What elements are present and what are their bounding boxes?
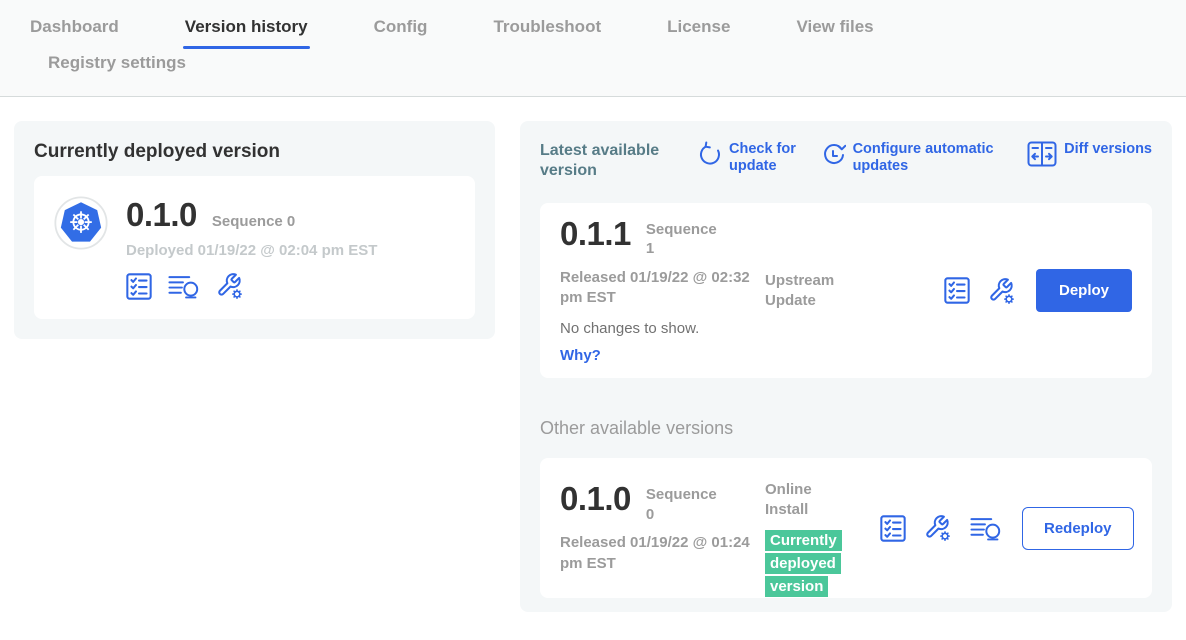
other-available-versions-heading: Other available versions	[540, 418, 1152, 439]
currently-deployed-title: Currently deployed version	[34, 141, 475, 163]
check-for-update-link[interactable]: Check for update	[698, 141, 809, 176]
latest-available-header: Latest available version Check for updat…	[540, 141, 1152, 181]
tab-troubleshoot[interactable]: Troubleshoot	[493, 17, 601, 49]
latest-version-card: 0.1.1 Sequence 1 Released 01/19/22 @ 02:…	[540, 203, 1152, 378]
currently-deployed-panel: Currently deployed version 0.1.0 Sequenc…	[14, 121, 495, 339]
other-sequence-label: Sequence 0	[646, 482, 718, 524]
deployed-version-number: 0.1.0	[126, 198, 197, 231]
nav-row-2: Registry settings	[0, 49, 1186, 73]
auto-update-clock-icon	[822, 141, 846, 169]
other-released-timestamp: Released 01/19/22 @ 01:24 pm EST	[560, 533, 755, 574]
header-actions: Check for update Configure automatic upd…	[680, 141, 1152, 176]
latest-released-timestamp: Released 01/19/22 @ 02:32 pm EST	[560, 268, 755, 309]
version-history-page: Dashboard Version history Config Trouble…	[0, 0, 1186, 640]
deployed-version-body: 0.1.0 Sequence 0 Deployed 01/19/22 @ 02:…	[126, 196, 377, 300]
other-source-column: Online Install Currently deployed versio…	[765, 474, 880, 599]
check-for-update-label: Check for update	[729, 141, 809, 176]
preflight-checks-icon[interactable]	[880, 515, 906, 542]
tab-license[interactable]: License	[667, 17, 730, 49]
top-navigation: Dashboard Version history Config Trouble…	[0, 0, 1186, 97]
currently-deployed-badge: Currently deployed version	[765, 530, 842, 597]
tab-view-files[interactable]: View files	[796, 17, 873, 49]
other-version-number: 0.1.0	[560, 482, 631, 515]
other-version-card: 0.1.0 Sequence 0 Released 01/19/22 @ 01:…	[540, 458, 1152, 598]
latest-available-title: Latest available version	[540, 141, 680, 181]
edit-config-icon[interactable]	[988, 277, 1016, 305]
diff-versions-label: Diff versions	[1064, 141, 1152, 158]
diff-icon	[1027, 141, 1057, 167]
deployed-timestamp: Deployed 01/19/22 @ 02:04 pm EST	[126, 242, 377, 259]
tab-registry-settings[interactable]: Registry settings	[48, 53, 1186, 73]
configure-automatic-updates-label: Configure automatic updates	[853, 141, 1015, 176]
edit-config-icon[interactable]	[924, 514, 952, 542]
preflight-checks-icon[interactable]	[126, 273, 152, 300]
diff-versions-link[interactable]: Diff versions	[1027, 141, 1152, 176]
refresh-icon	[698, 141, 722, 167]
tab-config[interactable]: Config	[374, 17, 428, 49]
kubernetes-logo-icon	[54, 196, 108, 250]
currently-deployed-badge-wrap: Currently deployed version	[765, 529, 847, 599]
latest-source-label: Upstream Update	[765, 271, 850, 310]
latest-version-info: 0.1.1 Sequence 1 Released 01/19/22 @ 02:…	[560, 217, 765, 365]
redeploy-button[interactable]: Redeploy	[1022, 507, 1134, 550]
view-logs-icon[interactable]	[168, 273, 200, 299]
latest-version-number: 0.1.1	[560, 217, 631, 250]
latest-available-panel: Latest available version Check for updat…	[520, 121, 1172, 612]
why-link[interactable]: Why?	[560, 347, 765, 364]
edit-config-icon[interactable]	[216, 272, 244, 300]
latest-source-column: Upstream Update	[765, 219, 880, 310]
tab-dashboard[interactable]: Dashboard	[30, 17, 119, 49]
deployed-version-card: 0.1.0 Sequence 0 Deployed 01/19/22 @ 02:…	[34, 176, 475, 319]
other-source-label: Online Install	[765, 480, 850, 519]
deploy-button[interactable]: Deploy	[1036, 269, 1132, 312]
other-version-info: 0.1.0 Sequence 0 Released 01/19/22 @ 01:…	[560, 482, 765, 574]
configure-automatic-updates-link[interactable]: Configure automatic updates	[822, 141, 1015, 176]
latest-sequence-label: Sequence 1	[646, 217, 718, 259]
view-logs-icon[interactable]	[970, 515, 1002, 541]
no-changes-text: No changes to show.	[560, 320, 765, 337]
tab-version-history[interactable]: Version history	[185, 17, 308, 49]
preflight-checks-icon[interactable]	[944, 277, 970, 304]
deployed-sequence-label: Sequence 0	[212, 213, 295, 230]
nav-row-1: Dashboard Version history Config Trouble…	[0, 0, 1186, 49]
